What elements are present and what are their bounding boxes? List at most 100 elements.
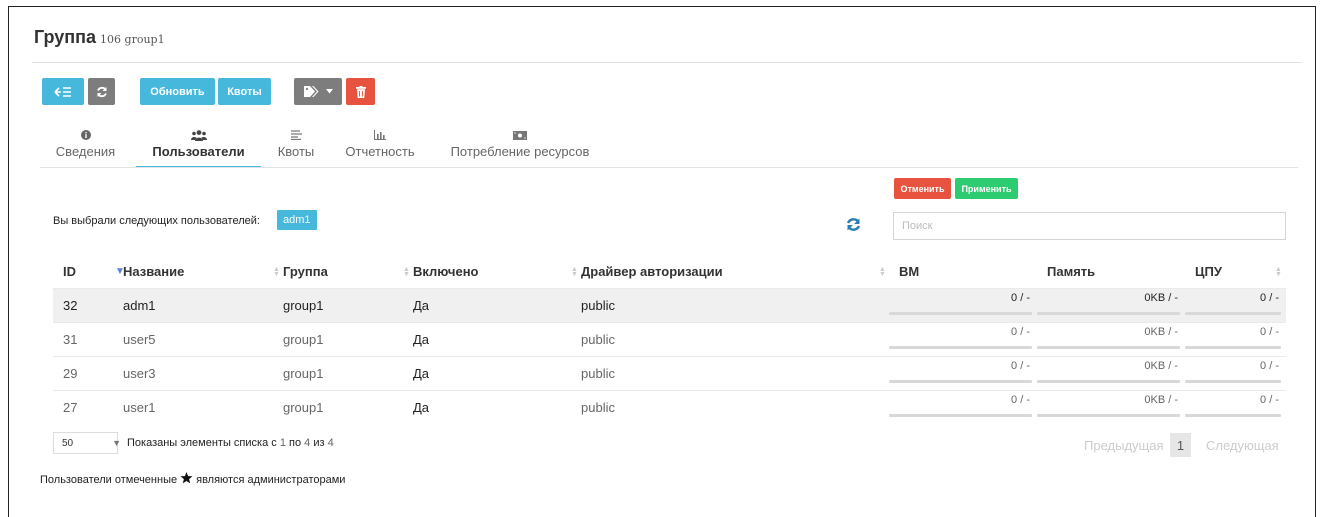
users-table: ID ▼ Название ▲ ▼ Группа ▲ ▼ Включено ▲ ▼ Драйв… xyxy=(53,256,1286,424)
info-icon xyxy=(80,128,91,142)
cell-vm-quota: 0 / - xyxy=(889,287,1037,322)
cell-name: adm1 xyxy=(113,287,273,322)
cpu-quota-bar xyxy=(1185,345,1281,349)
apply-button[interactable]: Применить xyxy=(955,178,1018,199)
column-header-enabled[interactable]: Включено ▲ ▼ xyxy=(403,256,578,288)
page-size-value: 50 xyxy=(62,437,74,449)
cell-enabled: Да xyxy=(403,287,571,322)
tab-label: Сведения xyxy=(55,144,116,159)
cell-id: 31 xyxy=(53,321,113,356)
cell-cpu-quota: 0 / - xyxy=(1185,321,1286,356)
title-text: Группа xyxy=(34,27,97,47)
memory-quota-bar xyxy=(1037,379,1180,383)
vm-quota-value: 0 / - xyxy=(1011,291,1030,304)
memory-quota-bar xyxy=(1037,345,1180,349)
tab-label: Пользователи xyxy=(152,144,245,159)
page-size-select[interactable]: 50 ▼ xyxy=(53,432,121,454)
cell-auth-driver: public xyxy=(571,389,889,424)
column-header-memory[interactable]: Память xyxy=(1037,256,1185,288)
column-header-auth-driver[interactable]: Драйвер авторизации ▲ ▼ xyxy=(571,256,889,288)
cell-cpu-quota: 0 / - xyxy=(1185,287,1286,322)
column-header-name[interactable]: Название ▲ ▼ xyxy=(113,256,280,288)
cpu-quota-bar xyxy=(1185,379,1281,383)
table-row[interactable]: 27 user1 group1 Да public 0 / - 0KB / - … xyxy=(53,389,1286,424)
vm-quota-value: 0 / - xyxy=(1011,325,1030,338)
delete-button[interactable] xyxy=(346,78,375,105)
trash-icon xyxy=(355,85,366,98)
cell-memory-quota: 0KB / - xyxy=(1037,287,1185,322)
pagination-next[interactable]: Следующая xyxy=(1206,433,1279,457)
chevron-down-icon: ▼ xyxy=(112,438,121,448)
tab-divider xyxy=(40,167,1298,168)
vm-quota-value: 0 / - xyxy=(1011,359,1030,372)
tab-label: Квоты xyxy=(277,144,315,159)
cpu-quota-bar xyxy=(1185,311,1281,315)
cell-cpu-quota: 0 / - xyxy=(1185,389,1286,424)
table-row[interactable]: 29 user3 group1 Да public 0 / - 0KB / - … xyxy=(53,355,1286,390)
column-header-id[interactable]: ID ▼ xyxy=(53,256,125,288)
table-row[interactable]: 32 adm1 group1 Да public 0 / - 0KB / - 0… xyxy=(53,287,1286,322)
quotas-button[interactable]: Квоты xyxy=(218,78,271,105)
money-icon xyxy=(513,128,527,142)
title-subtitle: 106 group1 xyxy=(100,33,165,46)
cell-group: group1 xyxy=(273,355,403,390)
vm-quota-bar xyxy=(889,413,1032,417)
cpu-quota-value: 0 / - xyxy=(1260,325,1279,338)
tag-icon xyxy=(303,86,320,97)
cell-enabled: Да xyxy=(403,389,571,424)
search-input[interactable] xyxy=(893,212,1286,240)
selected-user-tag[interactable]: adm1 xyxy=(277,210,317,230)
chevron-down-icon xyxy=(325,89,333,94)
tab-resource-usage[interactable]: Потребление ресурсов xyxy=(446,128,594,168)
cell-group: group1 xyxy=(273,287,403,322)
back-list-icon xyxy=(54,86,72,98)
list-info: Показаны элементы списка с 1 по 4 из 4 xyxy=(127,437,334,449)
users-icon xyxy=(190,128,207,142)
cpu-quota-value: 0 / - xyxy=(1260,359,1279,372)
table-header-row: ID ▼ Название ▲ ▼ Группа ▲ ▼ Включено ▲ ▼ Драйв… xyxy=(53,256,1286,288)
table-refresh-icon[interactable] xyxy=(846,217,861,237)
pagination-prev[interactable]: Предыдущая xyxy=(1084,433,1164,457)
cell-enabled: Да xyxy=(403,355,571,390)
memory-quota-bar xyxy=(1037,413,1180,417)
column-header-cpu[interactable]: ЦПУ ▲ ▼ xyxy=(1185,256,1286,288)
cell-vm-quota: 0 / - xyxy=(889,355,1037,390)
tab-info[interactable]: Сведения xyxy=(48,128,123,168)
cell-memory-quota: 0KB / - xyxy=(1037,321,1185,356)
column-header-vm[interactable]: ВМ xyxy=(889,256,1037,288)
labels-dropdown-button[interactable] xyxy=(294,78,342,105)
cpu-quota-value: 0 / - xyxy=(1260,291,1279,304)
cell-auth-driver: public xyxy=(571,287,889,322)
refresh-icon xyxy=(96,86,108,98)
cell-name: user1 xyxy=(113,389,273,424)
vm-quota-value: 0 / - xyxy=(1011,393,1030,406)
memory-quota-value: 0KB / - xyxy=(1144,325,1178,338)
cell-id: 27 xyxy=(53,389,113,424)
cell-id: 32 xyxy=(53,287,113,322)
vm-quota-bar xyxy=(889,311,1032,315)
sort-icon: ▲ ▼ xyxy=(879,266,886,278)
cell-auth-driver: public xyxy=(571,321,889,356)
cell-enabled: Да xyxy=(403,321,571,356)
cell-group: group1 xyxy=(273,321,403,356)
tab-quotas[interactable]: Квоты xyxy=(270,128,322,168)
cell-memory-quota: 0KB / - xyxy=(1037,389,1185,424)
star-icon xyxy=(180,472,193,487)
cancel-button[interactable]: Отменить xyxy=(894,178,951,199)
refresh-button[interactable] xyxy=(88,78,115,105)
memory-quota-value: 0KB / - xyxy=(1144,291,1178,304)
pagination-current-page[interactable]: 1 xyxy=(1170,433,1191,457)
admin-note: Пользователи отмеченные являются админис… xyxy=(40,472,346,487)
column-header-group[interactable]: Группа ▲ ▼ xyxy=(273,256,410,288)
cell-cpu-quota: 0 / - xyxy=(1185,355,1286,390)
back-to-list-button[interactable] xyxy=(42,78,84,105)
table-row[interactable]: 31 user5 group1 Да public 0 / - 0KB / - … xyxy=(53,321,1286,356)
sort-icon: ▲ ▼ xyxy=(1275,266,1282,278)
chart-icon xyxy=(374,128,386,142)
update-button[interactable]: Обновить xyxy=(140,78,215,105)
tab-users[interactable]: Пользователи xyxy=(136,128,261,168)
cell-vm-quota: 0 / - xyxy=(889,321,1037,356)
cpu-quota-bar xyxy=(1185,413,1281,417)
tab-label: Потребление ресурсов xyxy=(450,144,590,159)
tab-reporting[interactable]: Отчетность xyxy=(340,128,420,168)
